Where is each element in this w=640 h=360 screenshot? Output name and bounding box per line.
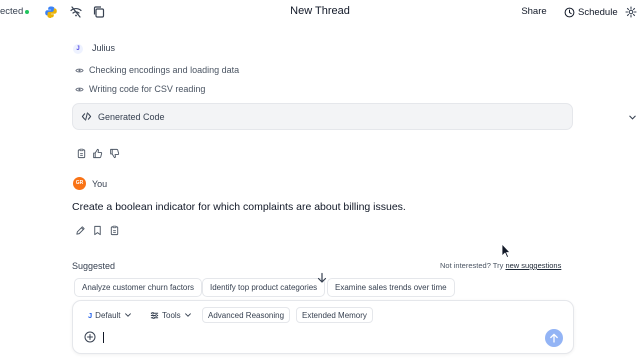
julius-logo-icon: J — [88, 310, 93, 320]
model-label: Default — [95, 310, 121, 320]
step-label: Checking encodings and loading data — [89, 65, 240, 75]
suggestion-chip[interactable]: Examine sales trends over time — [327, 278, 455, 297]
bookmark-icon[interactable] — [92, 225, 103, 236]
thumbs-up-icon[interactable] — [92, 148, 103, 159]
edit-icon[interactable] — [75, 225, 86, 236]
tools-menu[interactable]: Tools — [145, 307, 197, 323]
step-item[interactable]: Writing code for CSV reading — [75, 84, 205, 94]
new-suggestions-link[interactable]: new suggestions — [505, 261, 561, 270]
code-label: Generated Code — [98, 112, 165, 122]
step-label: Writing code for CSV reading — [89, 84, 206, 94]
not-interested-label: Not interested? Try — [440, 261, 504, 270]
share-button[interactable]: Share — [515, 3, 553, 21]
eye-icon — [75, 68, 84, 72]
assistant-avatar: J — [73, 44, 83, 54]
not-interested-text: Not interested? Try new suggestions — [440, 261, 561, 270]
model-selector[interactable]: J Default — [83, 307, 137, 323]
text-cursor[interactable] — [103, 332, 104, 343]
top-bar: ected New Thread Share Schedule — [0, 0, 640, 24]
suggestion-chip[interactable]: Identify top product categories — [202, 278, 326, 297]
mouse-pointer-icon — [501, 243, 511, 258]
arrow-down-icon[interactable] — [316, 272, 328, 284]
chevron-down-icon — [184, 313, 191, 317]
schedule-button[interactable]: Schedule — [564, 5, 618, 19]
add-attachment-icon[interactable] — [84, 331, 96, 343]
user-message: Create a boolean indicator for which com… — [72, 201, 406, 213]
chevron-down-icon — [124, 313, 131, 317]
suggestions-title: Suggested — [72, 261, 116, 271]
thumbs-down-icon[interactable] — [109, 148, 120, 159]
advanced-reasoning-toggle[interactable]: Advanced Reasoning — [202, 307, 291, 323]
assistant-name: Julius — [92, 43, 116, 53]
gear-icon[interactable] — [625, 6, 637, 18]
schedule-label: Schedule — [578, 6, 618, 18]
user-avatar: GR — [73, 177, 86, 190]
extended-memory-toggle[interactable]: Extended Memory — [296, 307, 373, 323]
chevron-down-icon — [629, 115, 636, 120]
tools-label: Tools — [162, 310, 181, 320]
eye-icon — [75, 87, 84, 91]
step-item[interactable]: Checking encodings and loading data — [75, 65, 239, 75]
arrow-up-icon — [550, 333, 558, 343]
code-icon — [81, 112, 92, 121]
generated-code-accordion[interactable]: Generated Code — [72, 103, 636, 130]
sliders-icon — [150, 311, 159, 319]
clipboard-icon[interactable] — [76, 148, 87, 159]
clock-icon — [564, 7, 575, 17]
user-name: You — [92, 179, 108, 189]
composer: J Default Tools Advanced Reasoning Exten… — [72, 300, 574, 354]
send-button[interactable] — [545, 329, 563, 347]
suggestion-chip[interactable]: Analyze customer churn factors — [74, 278, 203, 297]
clipboard-icon[interactable] — [109, 225, 120, 236]
